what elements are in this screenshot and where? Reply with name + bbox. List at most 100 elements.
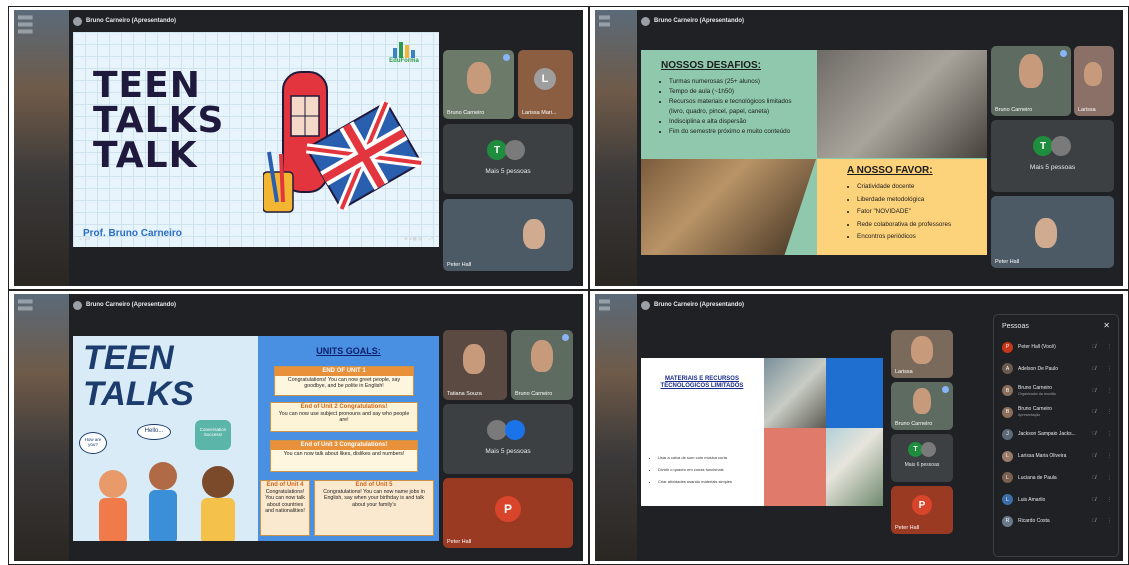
- participant-row[interactable]: R Ricardo Costa 🎙̸ ⋮: [1002, 511, 1112, 531]
- participant-tile-tatiana[interactable]: Tatiana Souza: [443, 330, 507, 400]
- meet-stage: Bruno Carneiro (Apresentando) TEEN TALKS…: [69, 10, 583, 286]
- more-people-label: Mais 6 pessoas: [904, 462, 940, 468]
- phonebooth-flag-illustration: [263, 71, 422, 213]
- shared-slide: MATERIAIS E RECURSOS TECNOLÓGICOS LIMITA…: [641, 358, 883, 506]
- participant-name: Bruno Carneiro: [895, 421, 933, 427]
- more-options-icon[interactable]: ⋮: [1096, 518, 1112, 524]
- mic-off-icon[interactable]: 🎙̸: [1080, 497, 1096, 503]
- participant-video: [531, 340, 553, 372]
- slide-photo-students: [641, 159, 816, 255]
- participant-tile-peter[interactable]: Peter Hall: [443, 199, 573, 271]
- participant-name: Larissa: [895, 369, 913, 375]
- participant-row[interactable]: P Peter Hall (Você) 🎙̸ ⋮: [1002, 337, 1112, 357]
- participant-avatar: P: [1002, 341, 1013, 353]
- participant-avatar: L: [1002, 450, 1013, 462]
- mic-off-icon[interactable]: 🎙̸: [1080, 388, 1096, 394]
- speech-bubble: Conversation Success!: [195, 420, 231, 450]
- participant-name: Bruno Carneiro: [447, 110, 485, 116]
- meet-window-1: ▦▦▦▦ ▦▦▦▦ ▦▦▦▦ Bruno Carneiro (Apresentand…: [14, 10, 583, 286]
- more-options-icon[interactable]: ⋮: [1096, 431, 1112, 437]
- participant-name: Bruno Carneiro: [1018, 384, 1052, 391]
- mic-off-icon[interactable]: 🎙̸: [1080, 518, 1096, 524]
- mic-off-icon[interactable]: 🎙̸: [1080, 453, 1096, 459]
- mic-off-icon[interactable]: 🎙̸: [1080, 409, 1096, 415]
- more-people-tile[interactable]: Mais 5 pessoas: [443, 404, 573, 474]
- speech-bubble: How are you?: [79, 432, 107, 454]
- presenter-avatar: [73, 16, 82, 26]
- color-block: [826, 358, 883, 428]
- favor-section: A NOSSO FAVOR: Criatividade docente Libe…: [817, 159, 987, 255]
- people-panel: Pessoas ✕ P Peter Hall (Você) 🎙̸ ⋮ A Adelson …: [993, 314, 1119, 557]
- participant-tile-bruno[interactable]: Bruno Carneiro: [991, 46, 1071, 116]
- desktop-wallpaper: ▦▦▦▦ ▦▦▦▦ ▦▦▦▦: [14, 10, 69, 286]
- panel-1: ▦▦▦▦ ▦▦▦▦ ▦▦▦▦ Bruno Carneiro (Apresentand…: [8, 6, 589, 290]
- slide-photo-desk: [817, 50, 987, 158]
- participant-name: Peter Hall (Você): [1018, 344, 1056, 350]
- participant-row[interactable]: L Larissa Maria Oliveira 🎙̸ ⋮: [1002, 446, 1112, 466]
- presenter-label: Bruno Carneiro (Apresentando): [86, 18, 177, 24]
- participant-tile-peter[interactable]: P Peter Hall: [443, 478, 573, 548]
- participant-tile-bruno[interactable]: Bruno Carneiro: [443, 50, 514, 119]
- participant-video: [523, 219, 545, 249]
- participant-name: Bruno Carneiro: [515, 391, 553, 397]
- more-options-icon[interactable]: ⋮: [1096, 409, 1112, 415]
- participant-tile-larissa[interactable]: L Larissa Mari...: [518, 50, 573, 119]
- goal-unit-4: End of Unit 4 Congratulations! You can no…: [260, 480, 310, 536]
- mic-off-icon[interactable]: 🎙̸: [1080, 431, 1096, 437]
- more-options-icon[interactable]: ⋮: [1096, 475, 1112, 481]
- presenter-avatar: [641, 16, 650, 26]
- more-people-tile[interactable]: T Mais 5 pessoas: [443, 124, 573, 194]
- participant-row[interactable]: J Jackson Sampaio Jacks... 🎙̸ ⋮: [1002, 424, 1112, 444]
- participant-avatar: [1051, 136, 1071, 156]
- participant-tile-bruno[interactable]: Bruno Carneiro: [511, 330, 573, 400]
- mic-off-icon[interactable]: 🎙̸: [1080, 344, 1096, 350]
- participant-name: Tatiana Souza: [447, 391, 482, 397]
- goal-unit-2: End of Unit 2 Congratulations! You can no…: [270, 402, 418, 432]
- participant-name: Luciana de Paula: [1018, 474, 1057, 481]
- more-people-tile[interactable]: T Mais 6 pessoas: [891, 434, 953, 482]
- more-options-icon[interactable]: ⋮: [1096, 388, 1112, 394]
- participant-avatar: P: [912, 495, 932, 515]
- participant-row[interactable]: A Adelson De Paulo 🎙̸ ⋮: [1002, 359, 1112, 379]
- participant-avatar: [487, 420, 507, 440]
- more-options-icon[interactable]: ⋮: [1096, 344, 1112, 350]
- participant-row[interactable]: L Luciana de Paula 🎙̸ ⋮: [1002, 468, 1112, 488]
- more-options-icon[interactable]: ⋮: [1096, 453, 1112, 459]
- participant-name: Ricardo Costa: [1018, 518, 1050, 525]
- speaking-icon: [503, 54, 510, 61]
- desktop-wallpaper: ▦▦▦ ▦▦▦: [595, 294, 637, 561]
- participant-row[interactable]: B Bruno Carneiro Organizador da reunião 🎙̸ ⋮: [1002, 381, 1112, 401]
- challenges-title: NOSSOS DESAFIOS:: [661, 60, 762, 71]
- classroom-photo: [764, 358, 826, 428]
- mic-off-icon[interactable]: 🎙̸: [1080, 366, 1096, 372]
- goals-title: UNITS GOALS:: [316, 346, 381, 356]
- close-icon[interactable]: ✕: [1103, 321, 1110, 330]
- participant-row[interactable]: L Luis Amarilo 🎙̸ ⋮: [1002, 490, 1112, 510]
- participant-row[interactable]: B Bruno Carneiro Apresentação 🎙̸ ⋮: [1002, 402, 1112, 422]
- meet-window-4: ▦▦▦ ▦▦▦ Bruno Carneiro (Apresentando) MAT…: [595, 294, 1123, 561]
- more-options-icon[interactable]: ⋮: [1096, 366, 1112, 372]
- participant-tile-larissa[interactable]: Larissa: [1074, 46, 1114, 116]
- participant-avatar: T: [487, 140, 507, 160]
- panel-3: ▦▦▦▦ ▦▦▦▦ Bruno Carneiro (Apresentando) T…: [8, 290, 589, 565]
- participant-name: Adelson De Paulo: [1018, 365, 1059, 372]
- slide-title: MATERIAIS E RECURSOS TECNOLÓGICOS LIMITA…: [660, 376, 744, 389]
- presenter-bar: Bruno Carneiro (Apresentando): [641, 298, 1119, 312]
- participant-tile-peter[interactable]: Peter Hall: [991, 196, 1114, 268]
- more-options-icon[interactable]: ⋮: [1096, 497, 1112, 503]
- participant-avatar: P: [495, 496, 521, 522]
- mic-off-icon[interactable]: 🎙̸: [1080, 475, 1096, 481]
- desktop-wallpaper: ▦▦▦▦ ▦▦▦▦: [14, 294, 69, 561]
- meet-stage: Bruno Carneiro (Apresentando) TEEN TALKS…: [69, 294, 583, 561]
- participant-tile-larissa[interactable]: Larissa: [891, 330, 953, 378]
- participant-tile-peter[interactable]: P Peter Hall: [891, 486, 953, 534]
- participant-tile-bruno[interactable]: Bruno Carneiro: [891, 382, 953, 430]
- participant-avatar: B: [1002, 385, 1013, 397]
- units-goals-panel: UNITS GOALS: END OF UNIT 1 Congratulation…: [258, 336, 439, 541]
- shared-slide: TEEN TALKS TALK EduForma Prof. Bruno Car…: [73, 32, 439, 247]
- slide-controls[interactable]: 1 / 23 ⊕ ◂ ▦ ▤ ⋯ ⤢: [79, 236, 433, 244]
- more-people-tile[interactable]: T Mais 5 pessoas: [991, 120, 1114, 192]
- presenter-avatar: [641, 300, 650, 310]
- speaking-icon: [1060, 50, 1067, 57]
- participant-role: Apresentação: [1018, 413, 1041, 418]
